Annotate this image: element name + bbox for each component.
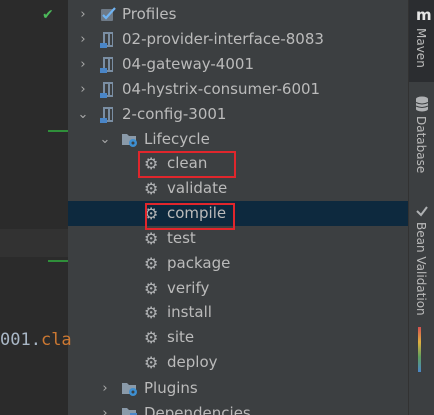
- lifecycle-goal-verify[interactable]: ⚙ verify: [68, 276, 408, 301]
- lifecycle-goal-deploy[interactable]: ⚙ deploy: [68, 350, 408, 375]
- tree-row-module[interactable]: › 04-hystrix-consumer-6001: [68, 77, 408, 102]
- tree-row-label: Lifecycle: [144, 130, 210, 148]
- chevron-right-icon[interactable]: ›: [98, 401, 112, 415]
- tree-row-label: verify: [167, 279, 210, 297]
- tree-row-label: site: [167, 328, 195, 346]
- lifecycle-goal-install[interactable]: ⚙ install: [68, 300, 408, 325]
- tree-row-label: package: [167, 254, 231, 272]
- gear-icon: ⚙: [144, 328, 159, 347]
- maven-icon: m: [416, 6, 432, 24]
- tree-row-label: 04-gateway-4001: [122, 55, 254, 73]
- dependencies-folder-icon: [122, 408, 137, 415]
- lifecycle-goal-site[interactable]: ⚙ site: [68, 325, 408, 350]
- gear-icon: ⚙: [144, 254, 159, 273]
- bean-validation-icon: [416, 206, 428, 217]
- highlight-box-compile: [145, 203, 235, 230]
- chevron-right-icon[interactable]: ›: [76, 27, 90, 52]
- tree-row-module[interactable]: › 04-gateway-4001: [68, 52, 408, 77]
- tree-row-label: 2-config-3001: [122, 105, 227, 123]
- chevron-right-icon[interactable]: ›: [98, 376, 112, 401]
- gear-icon: ⚙: [144, 303, 159, 322]
- code-fragment[interactable]: 001.cla: [0, 330, 72, 350]
- lifecycle-goal-test[interactable]: ⚙ test: [68, 226, 408, 251]
- editor-gutter: ✔ 001.cla: [0, 0, 72, 415]
- gear-icon: ⚙: [144, 279, 159, 298]
- plugins-folder-icon: [122, 383, 137, 396]
- change-marker: [48, 260, 68, 262]
- database-tool-label: Database: [414, 116, 428, 174]
- lifecycle-folder-icon: [122, 134, 137, 147]
- tree-row-label: Plugins: [144, 379, 198, 397]
- tree-row-label: Dependencies: [144, 404, 251, 415]
- gear-icon: ⚙: [144, 353, 159, 372]
- chevron-down-icon[interactable]: ⌄: [98, 127, 112, 152]
- maven-module-icon: [100, 32, 113, 48]
- right-tool-window-bar: m Maven Database Bean Validation: [408, 0, 434, 415]
- maven-tool-label: Maven: [414, 28, 428, 68]
- highlight-box-clean: [138, 151, 236, 178]
- lifecycle-goal-compile[interactable]: ⚙ compile: [68, 201, 408, 226]
- lifecycle-goal-package[interactable]: ⚙ package: [68, 251, 408, 276]
- chevron-right-icon[interactable]: ›: [76, 77, 90, 102]
- maven-module-icon: [100, 107, 113, 123]
- check-icon: ✔: [42, 7, 54, 23]
- maven-project-tree[interactable]: › Profiles › 02-provider-interface-8083 …: [68, 0, 408, 415]
- tree-row-lifecycle[interactable]: ⌄ Lifecycle: [68, 127, 408, 152]
- tree-row-label: validate: [167, 179, 228, 197]
- tree-row-profiles[interactable]: › Profiles: [68, 2, 408, 27]
- code-number: 001.: [0, 330, 41, 350]
- chevron-right-icon[interactable]: ›: [76, 2, 90, 27]
- lifecycle-goal-validate[interactable]: ⚙ validate: [68, 176, 408, 201]
- database-icon: [415, 96, 429, 112]
- bean-validation-tool-button[interactable]: Bean Validation: [409, 200, 434, 325]
- tree-row-label: install: [167, 303, 212, 321]
- gear-icon: ⚙: [144, 179, 159, 198]
- maven-tool-button[interactable]: m Maven: [409, 0, 434, 82]
- chevron-right-icon[interactable]: ›: [76, 52, 90, 77]
- current-line-band: [0, 229, 68, 257]
- profiles-icon: [101, 7, 116, 21]
- tree-row-label: 04-hystrix-consumer-6001: [122, 80, 321, 98]
- chevron-down-icon[interactable]: ⌄: [76, 102, 90, 127]
- memory-indicator: [418, 327, 421, 372]
- change-marker: [48, 130, 68, 132]
- bean-validation-tool-label: Bean Validation: [414, 222, 428, 316]
- maven-module-icon: [100, 82, 113, 98]
- maven-module-icon: [100, 57, 113, 73]
- database-tool-button[interactable]: Database: [409, 92, 434, 192]
- tree-row-label: Profiles: [122, 5, 177, 23]
- tree-row-module[interactable]: › 02-provider-interface-8083: [68, 27, 408, 52]
- tree-row-plugins[interactable]: › Plugins: [68, 376, 408, 401]
- tree-row-label: 02-provider-interface-8083: [122, 30, 324, 48]
- lifecycle-goal-clean[interactable]: ⚙ clean: [68, 151, 408, 176]
- tree-row-label: deploy: [167, 353, 218, 371]
- tree-row-module[interactable]: ⌄ 2-config-3001: [68, 102, 408, 127]
- tree-row-dependencies[interactable]: › Dependencies: [68, 401, 408, 415]
